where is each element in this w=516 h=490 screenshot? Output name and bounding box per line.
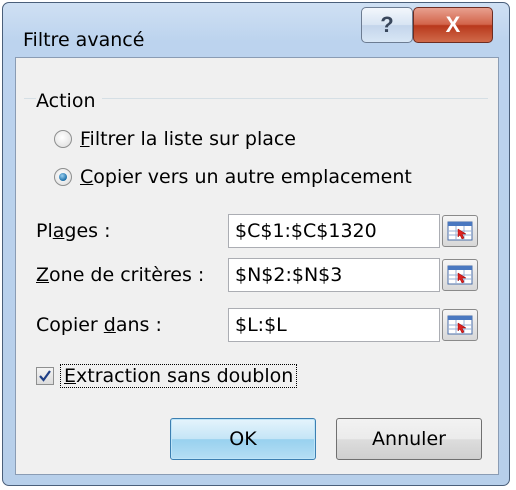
radio-button-selected[interactable] (54, 168, 72, 186)
action-group-label: Action (36, 90, 102, 112)
criteria-range-picker-button[interactable] (442, 259, 478, 291)
radio-copy-to-location[interactable]: Copier vers un autre emplacement (54, 166, 412, 188)
list-range-input[interactable]: $C$1:$C$1320 (228, 214, 440, 248)
radio-filter-in-place[interactable]: Filtrer la liste sur place (54, 128, 296, 150)
ok-button[interactable]: OK (170, 418, 316, 460)
range-picker-icon (447, 221, 473, 241)
checkmark-icon (39, 370, 51, 382)
dialog-body: Action Filtrer la liste sur place Copier… (15, 57, 499, 475)
unique-records-checkbox[interactable] (36, 367, 54, 385)
criteria-range-input[interactable]: $N$2:$N$3 (228, 258, 440, 292)
dialog-title: Filtre avancé (23, 29, 145, 51)
help-button[interactable]: ? (361, 7, 413, 43)
advanced-filter-dialog: Filtre avancé ? X Action Filtrer la list… (2, 2, 510, 486)
unique-records-checkbox-row[interactable]: Extraction sans doublon (36, 364, 298, 388)
unique-records-label: Extraction sans doublon (60, 364, 298, 388)
list-range-picker-button[interactable] (442, 215, 478, 247)
radio-label: Filtrer la liste sur place (80, 128, 296, 150)
list-range-label: Plages : (36, 220, 111, 242)
copy-to-picker-button[interactable] (442, 309, 478, 341)
copy-to-input[interactable]: $L:$L (228, 308, 440, 342)
radio-button[interactable] (54, 130, 72, 148)
radio-label: Copier vers un autre emplacement (80, 166, 412, 188)
criteria-range-label: Zone de critères : (36, 264, 205, 286)
range-picker-icon (447, 315, 473, 335)
close-button[interactable]: X (413, 7, 493, 43)
close-icon: X (445, 12, 461, 37)
cancel-button[interactable]: Annuler (336, 418, 482, 460)
help-icon: ? (380, 12, 394, 37)
range-picker-icon (447, 265, 473, 285)
copy-to-label: Copier dans : (36, 314, 162, 336)
